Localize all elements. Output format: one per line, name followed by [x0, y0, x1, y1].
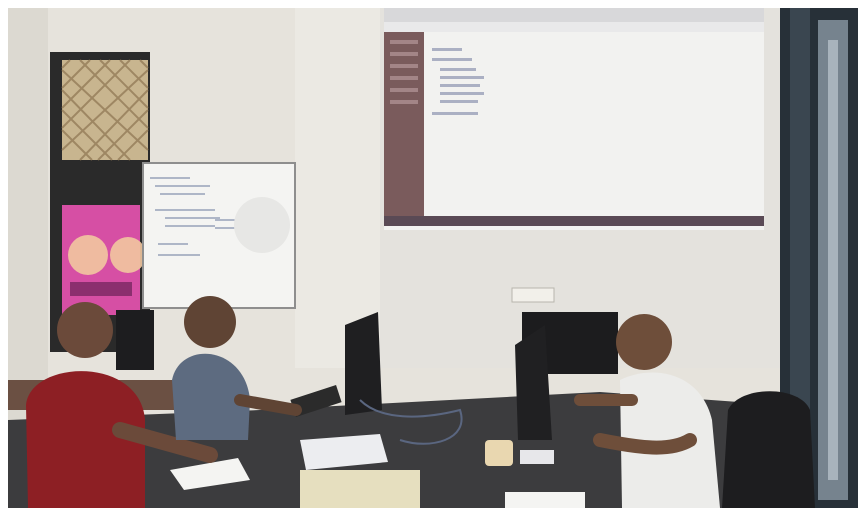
person-left-head: [57, 302, 113, 358]
monitor-center: [345, 312, 382, 415]
mug: [485, 440, 513, 466]
person-center-head: [184, 296, 236, 348]
office-photo: [0, 0, 858, 508]
person-right-head: [616, 314, 672, 370]
office-chair: [722, 391, 815, 508]
projected-screen: [384, 8, 764, 230]
projected-sidebar: [384, 32, 424, 216]
wall-panel: [295, 8, 380, 368]
monitor-left: [116, 310, 154, 370]
projected-taskbar: [384, 216, 764, 226]
box: [300, 470, 420, 508]
